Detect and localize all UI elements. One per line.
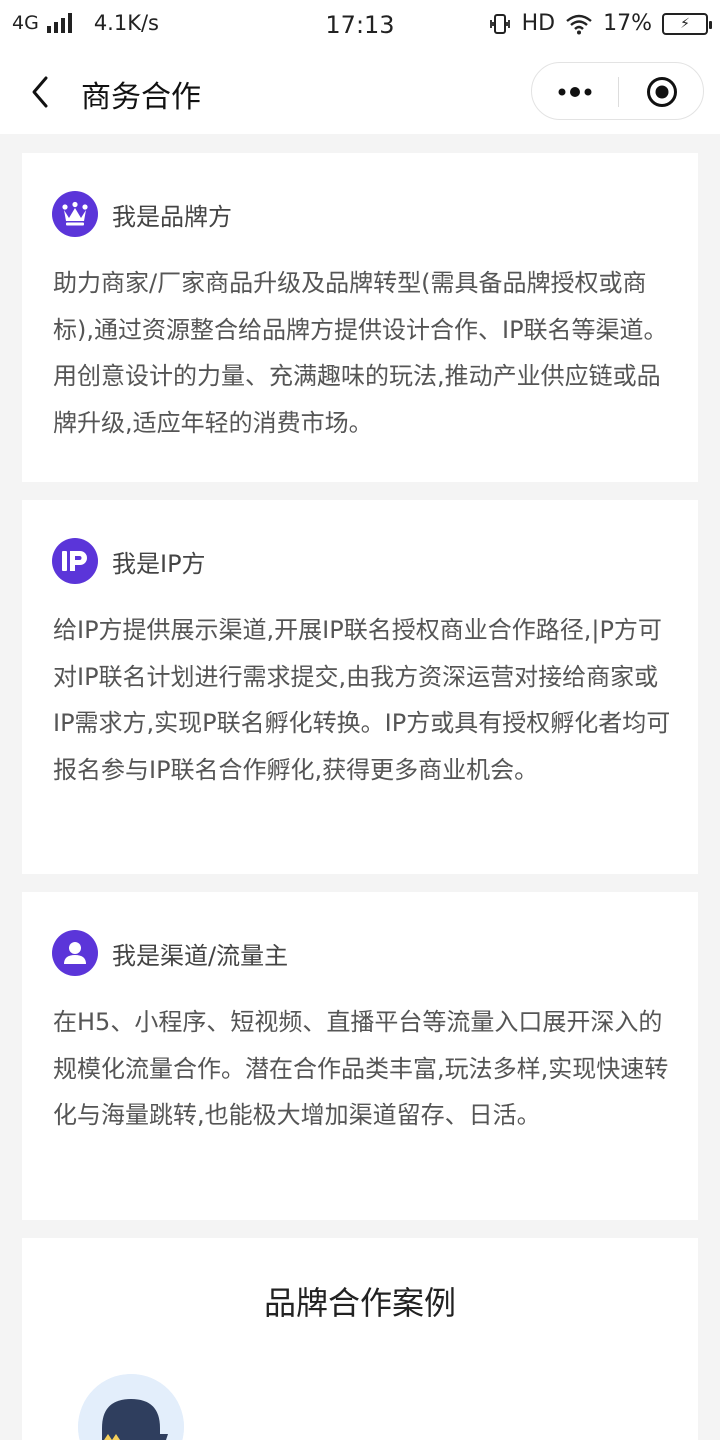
target-icon[interactable]	[646, 76, 678, 108]
more-dots-icon[interactable]	[556, 82, 594, 102]
battery-percent: 17%	[603, 11, 652, 36]
card-description: 助力商家/厂家商品升级及品牌转型(需具备品牌授权或商标),通过资源整合给品牌方提…	[53, 269, 668, 437]
card-description: 给IP方提供展示渠道,开展IP联名授权商业合作路径,|P方可对IP联名计划进行需…	[53, 616, 671, 784]
ip-card: 我是IP方 给IP方提供展示渠道,开展IP联名授权商业合作路径,|P方可对IP联…	[22, 500, 698, 874]
section-title: 品牌合作案例	[263, 1284, 456, 1322]
card-title: 我是IP方	[112, 549, 206, 578]
capsule-divider	[618, 77, 619, 107]
brand-card: 我是品牌方 助力商家/厂家商品升级及品牌转型(需具备品牌授权或商标),通过资源整…	[22, 153, 698, 482]
vibrate-icon	[489, 13, 510, 34]
hd-label: HD	[521, 11, 556, 36]
crown-icon	[52, 191, 98, 237]
user-icon	[52, 930, 98, 976]
ip-icon	[52, 538, 98, 584]
channel-card: 我是渠道/流量主 在H5、小程序、短视频、直播平台等流量入口展开深入的规模化流量…	[22, 892, 698, 1220]
card-title: 我是品牌方	[112, 202, 232, 231]
wifi-icon	[566, 14, 592, 34]
mini-program-capsule	[531, 62, 704, 120]
card-description: 在H5、小程序、短视频、直播平台等流量入口展开深入的规模化流量合作。潜在合作品类…	[53, 1008, 669, 1129]
status-bar: 4G 4.1K/s 17:13 HD 17% ⚡	[0, 0, 720, 50]
card-title: 我是渠道/流量主	[112, 941, 289, 970]
nav-bar: 商务合作	[0, 50, 720, 134]
cases-card: 品牌合作案例	[22, 1238, 698, 1440]
chevron-left-icon[interactable]	[26, 74, 56, 110]
case-avatar[interactable]	[78, 1374, 184, 1440]
page-title: 商务合作	[81, 80, 201, 115]
battery-icon: ⚡	[662, 12, 712, 35]
